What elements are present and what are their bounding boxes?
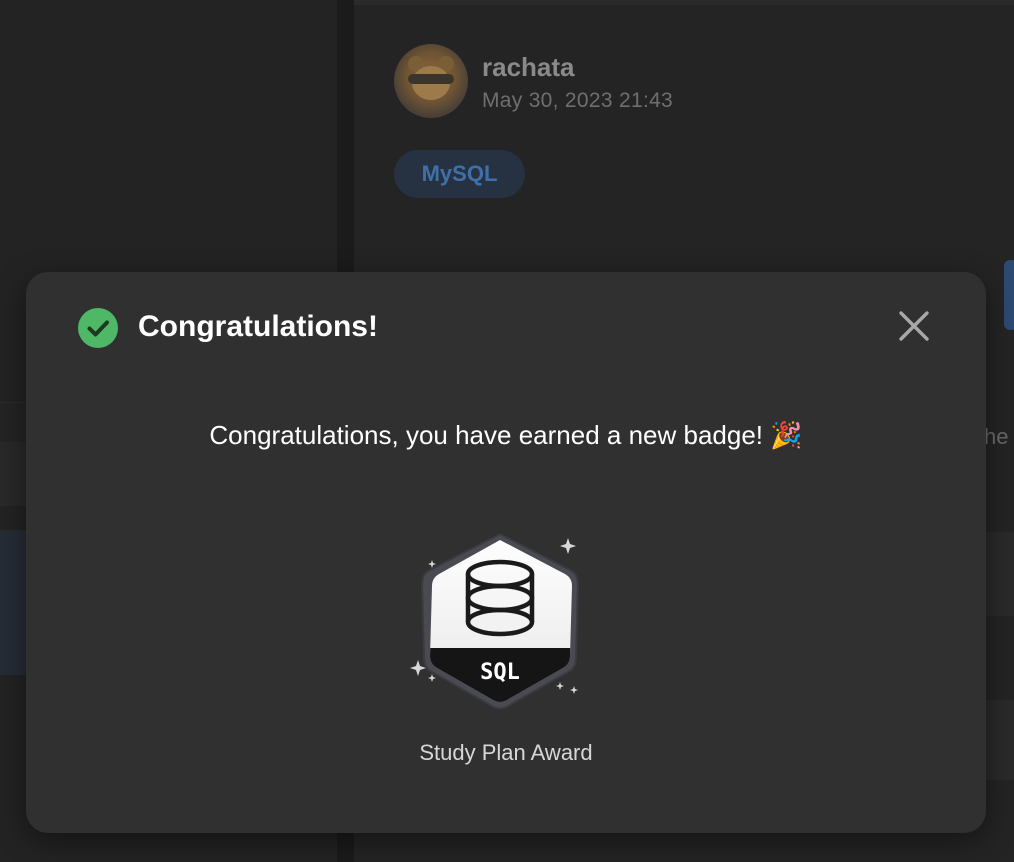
tag-mysql[interactable]: MySQL: [394, 150, 525, 198]
background-row: [986, 700, 1014, 780]
close-icon: [897, 309, 931, 348]
author-avatar[interactable]: [394, 44, 468, 118]
check-circle-icon: [78, 308, 118, 348]
sql-database-badge-icon: SQL: [410, 530, 590, 714]
background-row: [986, 532, 1014, 616]
badge-label: SQL: [480, 660, 520, 685]
author-name[interactable]: rachata: [482, 52, 575, 83]
right-edge-button[interactable]: [1004, 260, 1014, 330]
badge-modal: Congratulations! Congratulations, you ha…: [26, 272, 986, 833]
page: rachata May 30, 2023 21:43 MySQL he Cong…: [0, 0, 1014, 862]
close-button[interactable]: [890, 304, 938, 352]
modal-message: Congratulations, you have earned a new b…: [209, 420, 803, 450]
badge-name: Study Plan Award: [419, 740, 593, 765]
background-text: he: [984, 424, 1009, 449]
post-date: May 30, 2023 21:43: [482, 89, 674, 112]
modal-title: Congratulations!: [138, 310, 378, 343]
